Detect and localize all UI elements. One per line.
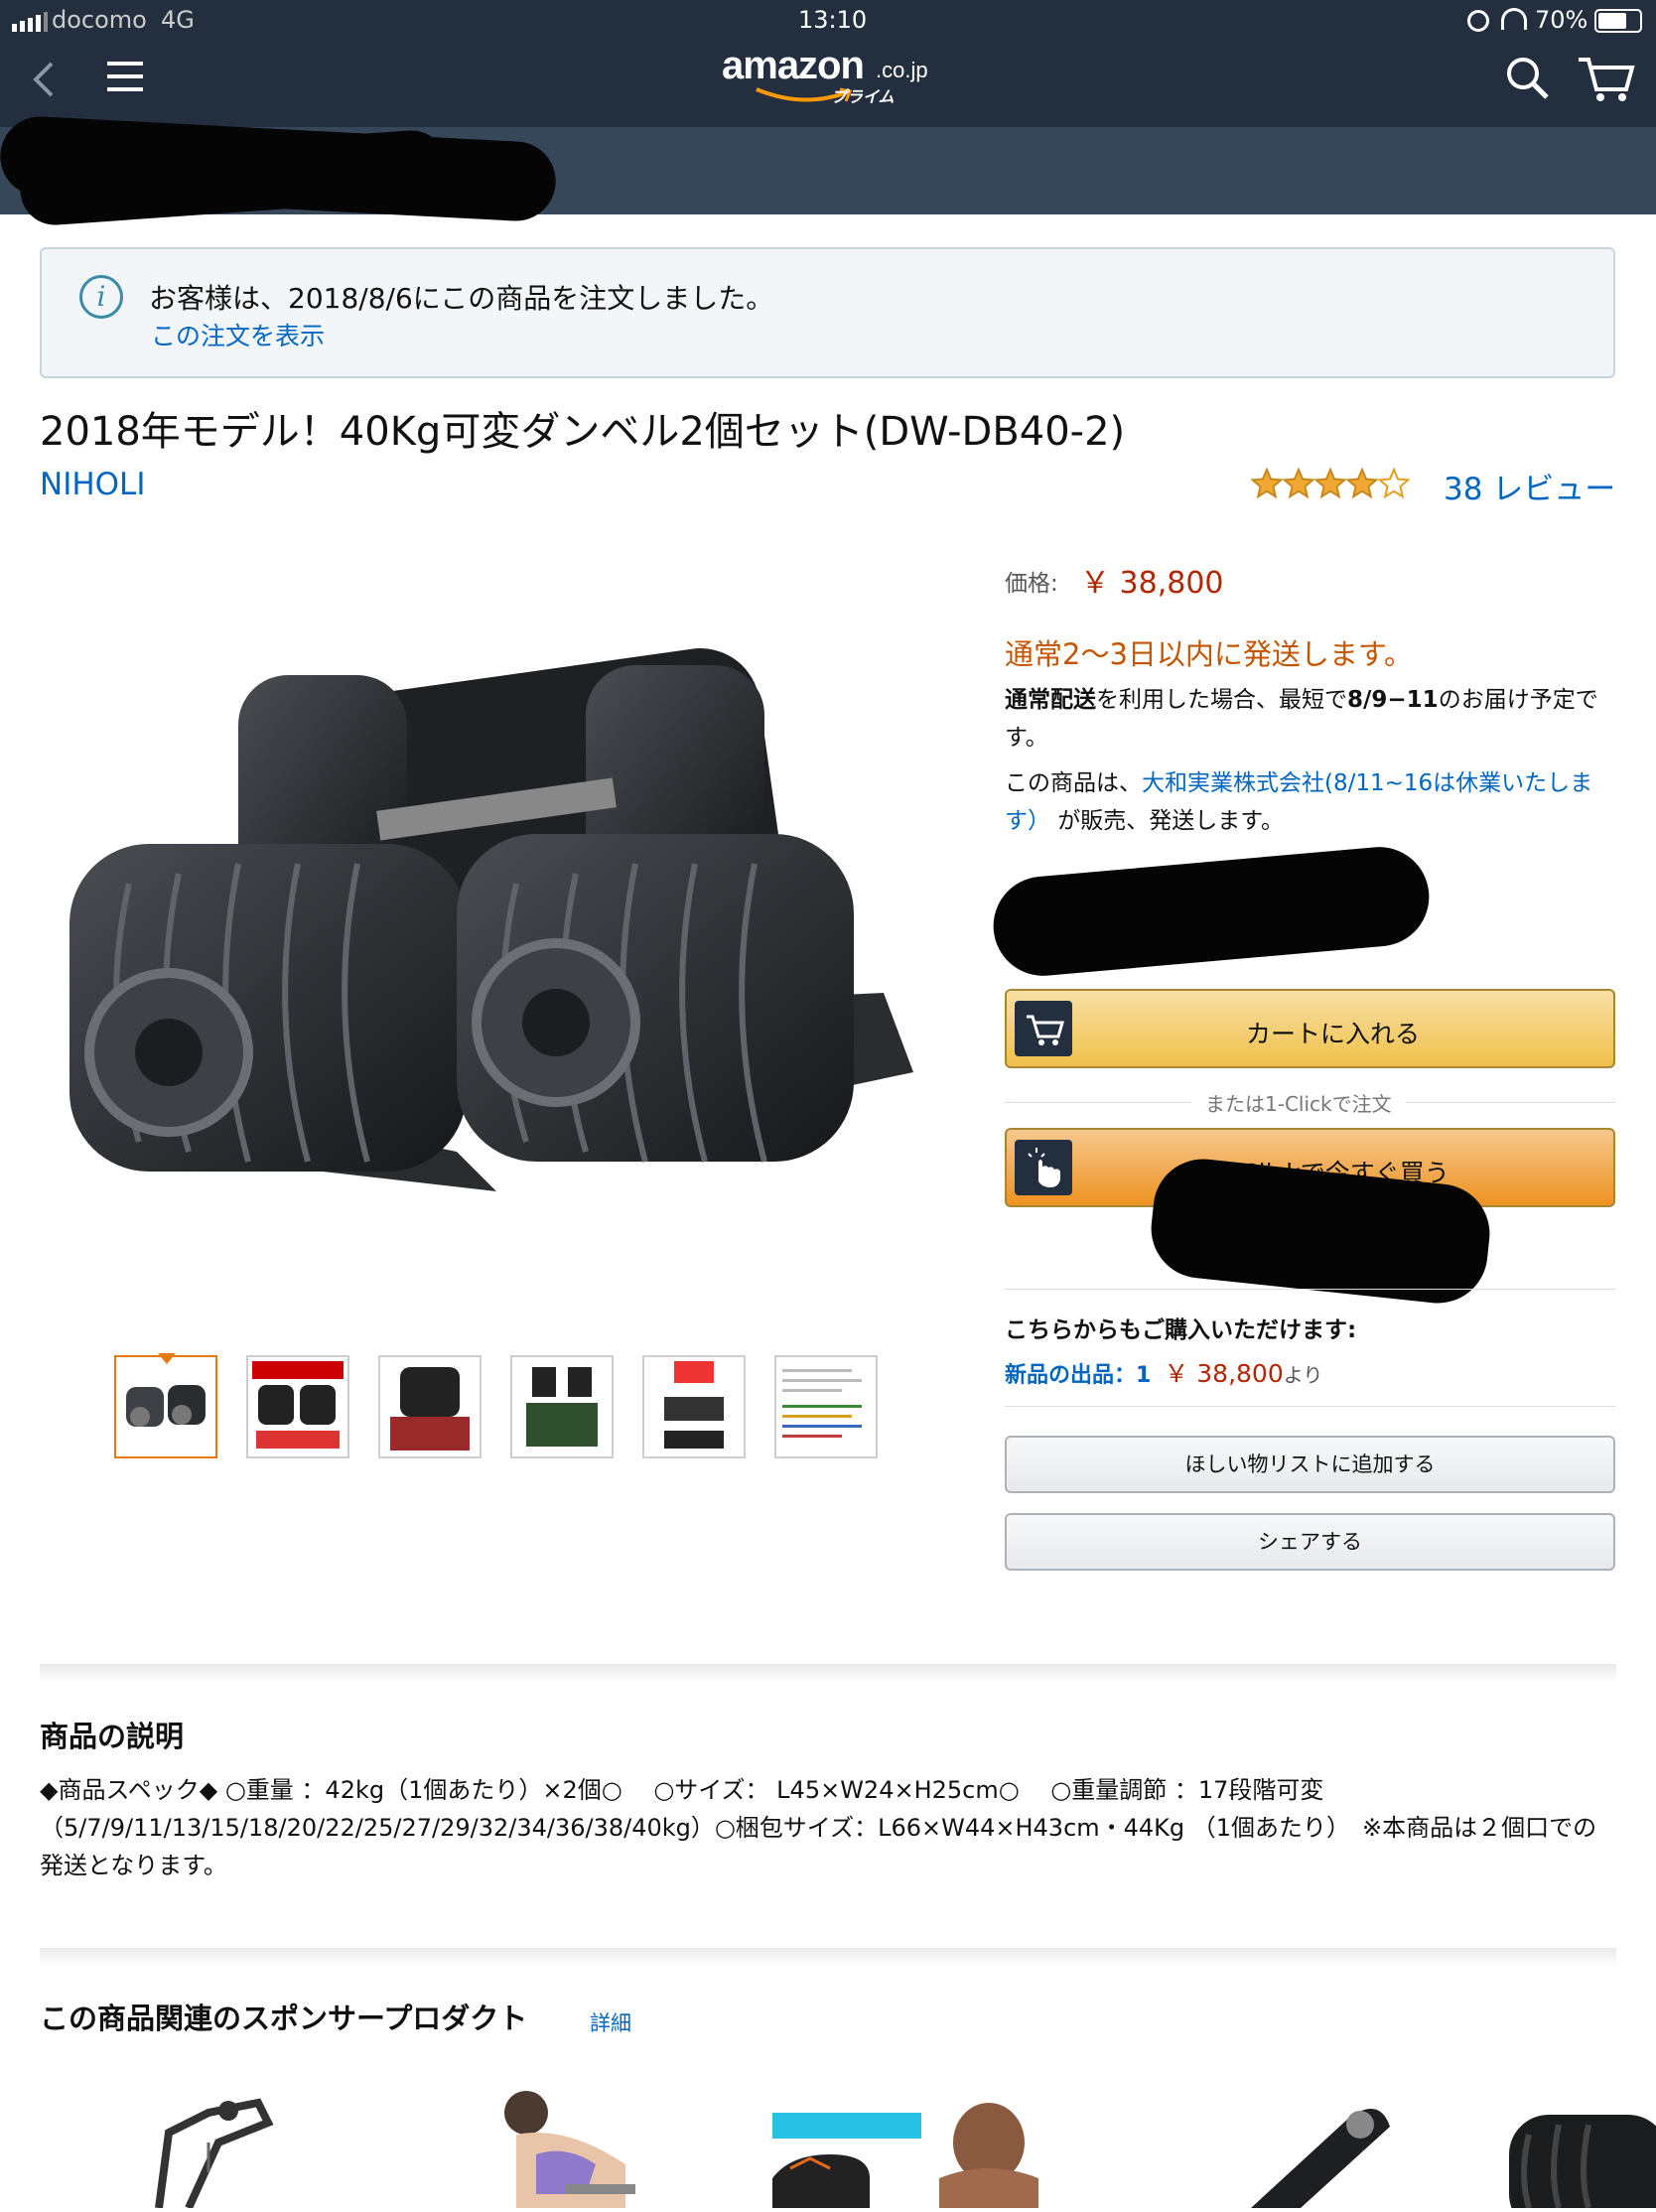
carrier-label: docomo <box>52 6 147 34</box>
logo-text: amazon <box>722 44 865 87</box>
or-text: または1-Clickで注文 <box>1191 1088 1406 1117</box>
thumbnail-selected-marker <box>158 1353 176 1364</box>
redaction-mark <box>989 843 1434 980</box>
sponsored-product-3[interactable] <box>770 2089 1048 2208</box>
rotation-lock-icon <box>1467 10 1489 32</box>
headphones-icon <box>1501 8 1527 30</box>
info-icon: i <box>79 275 123 319</box>
menu-icon[interactable] <box>107 60 147 95</box>
review-count-link[interactable]: 38 レビュー <box>1444 464 1615 508</box>
add-to-cart-label: カートに入れる <box>1245 1020 1420 1048</box>
amazon-logo[interactable]: amazon .co.jp プライム <box>715 44 953 107</box>
shipping-status: 通常2〜3日以内に発送します。 <box>1005 637 1414 671</box>
search-icon[interactable] <box>1505 56 1551 101</box>
star-filled-icon <box>1250 467 1284 499</box>
description-heading: 商品の説明 <box>40 1720 185 1753</box>
order-notice: i お客様は、2018/8/6にこの商品を注文しました。 この注文を表示 <box>40 247 1615 378</box>
signal-icon <box>12 12 48 32</box>
logo-sub: プライム <box>831 87 895 106</box>
section-separator <box>40 1664 1616 1682</box>
star-filled-icon <box>1282 467 1315 499</box>
seller-info: この商品は、大和実業株式会社(8/11~16は休業いたします） が販売、発送しま… <box>1005 764 1620 840</box>
star-filled-icon <box>1313 467 1347 499</box>
star-rating[interactable] <box>1250 467 1411 500</box>
sponsored-product-4[interactable] <box>1231 2097 1410 2208</box>
delivery-method: 通常配送 <box>1005 687 1096 713</box>
product-title: 2018年モデル！40Kg可変ダンベル2個セット(DW-DB40-2) <box>40 409 1126 455</box>
back-icon[interactable] <box>30 60 60 99</box>
seller-suffix: が販売、発送します。 <box>1050 808 1285 834</box>
add-to-wishlist-button[interactable]: ほしい物リストに追加する <box>1005 1436 1615 1493</box>
other-sellers-heading: こちらからもご購入いただけます: <box>1005 1317 1357 1343</box>
share-button[interactable]: シェアする <box>1005 1513 1615 1571</box>
thumbnail-5[interactable] <box>642 1355 746 1458</box>
sponsored-heading: この商品関連のスポンサープロダクト <box>40 2002 528 2035</box>
clock: 13:10 <box>798 6 868 34</box>
delivery-date: 8/9−11 <box>1347 687 1439 713</box>
seller-prefix: この商品は、 <box>1005 770 1142 796</box>
thumbnail-1[interactable] <box>114 1355 217 1458</box>
description-text: ◆商品スペック◆ ○重量 ：42kg（1個あたり）×2個○ ○サイズ： L45×… <box>40 1776 1597 1879</box>
new-offers-suffix: より <box>1283 1363 1323 1387</box>
star-empty-icon <box>1377 467 1411 499</box>
price: ￥ 38,800 <box>1080 566 1224 601</box>
section-separator <box>40 1948 1616 1966</box>
sponsored-product-5[interactable] <box>1489 2105 1656 2212</box>
new-offers-label[interactable]: 新品の出品：1 <box>1005 1363 1151 1388</box>
network-label: 4G <box>161 6 195 34</box>
delivery-text-1: を利用した場合、最短で <box>1096 687 1347 713</box>
notice-message: お客様は、2018/8/6にこの商品を注文しました。 <box>149 282 774 315</box>
new-offers[interactable]: 新品の出品：1 ￥ 38,800より <box>1005 1354 1322 1390</box>
sponsored-product-1[interactable] <box>149 2093 278 2210</box>
delivery-info: 通常配送を利用した場合、最短で8/9−11のお届け予定です。 <box>1005 681 1620 757</box>
thumbnail-2[interactable] <box>246 1355 349 1458</box>
brand-link[interactable]: NIHOLI <box>40 467 145 502</box>
new-offers-price: ￥ 38,800 <box>1164 1359 1284 1388</box>
sponsored-details-link[interactable]: 詳細 <box>590 2007 631 2037</box>
thumbnail-6[interactable] <box>774 1355 878 1458</box>
price-label: 価格: <box>1005 571 1058 597</box>
section-divider <box>1005 1406 1615 1407</box>
section-divider <box>1005 1289 1615 1290</box>
battery-icon <box>1594 9 1642 33</box>
sponsored-product-2[interactable] <box>477 2085 675 2208</box>
thumbnail-4[interactable] <box>510 1355 614 1458</box>
product-image[interactable] <box>40 596 913 1251</box>
cart-icon[interactable] <box>1577 54 1636 103</box>
star-filled-icon <box>1345 467 1379 499</box>
logo-suffix: .co.jp <box>876 58 928 82</box>
battery-percent: 70% <box>1535 6 1588 34</box>
view-order-link[interactable]: この注文を表示 <box>151 317 325 352</box>
add-to-cart-button[interactable]: カートに入れる <box>1005 989 1615 1068</box>
thumbnail-3[interactable] <box>378 1355 482 1458</box>
